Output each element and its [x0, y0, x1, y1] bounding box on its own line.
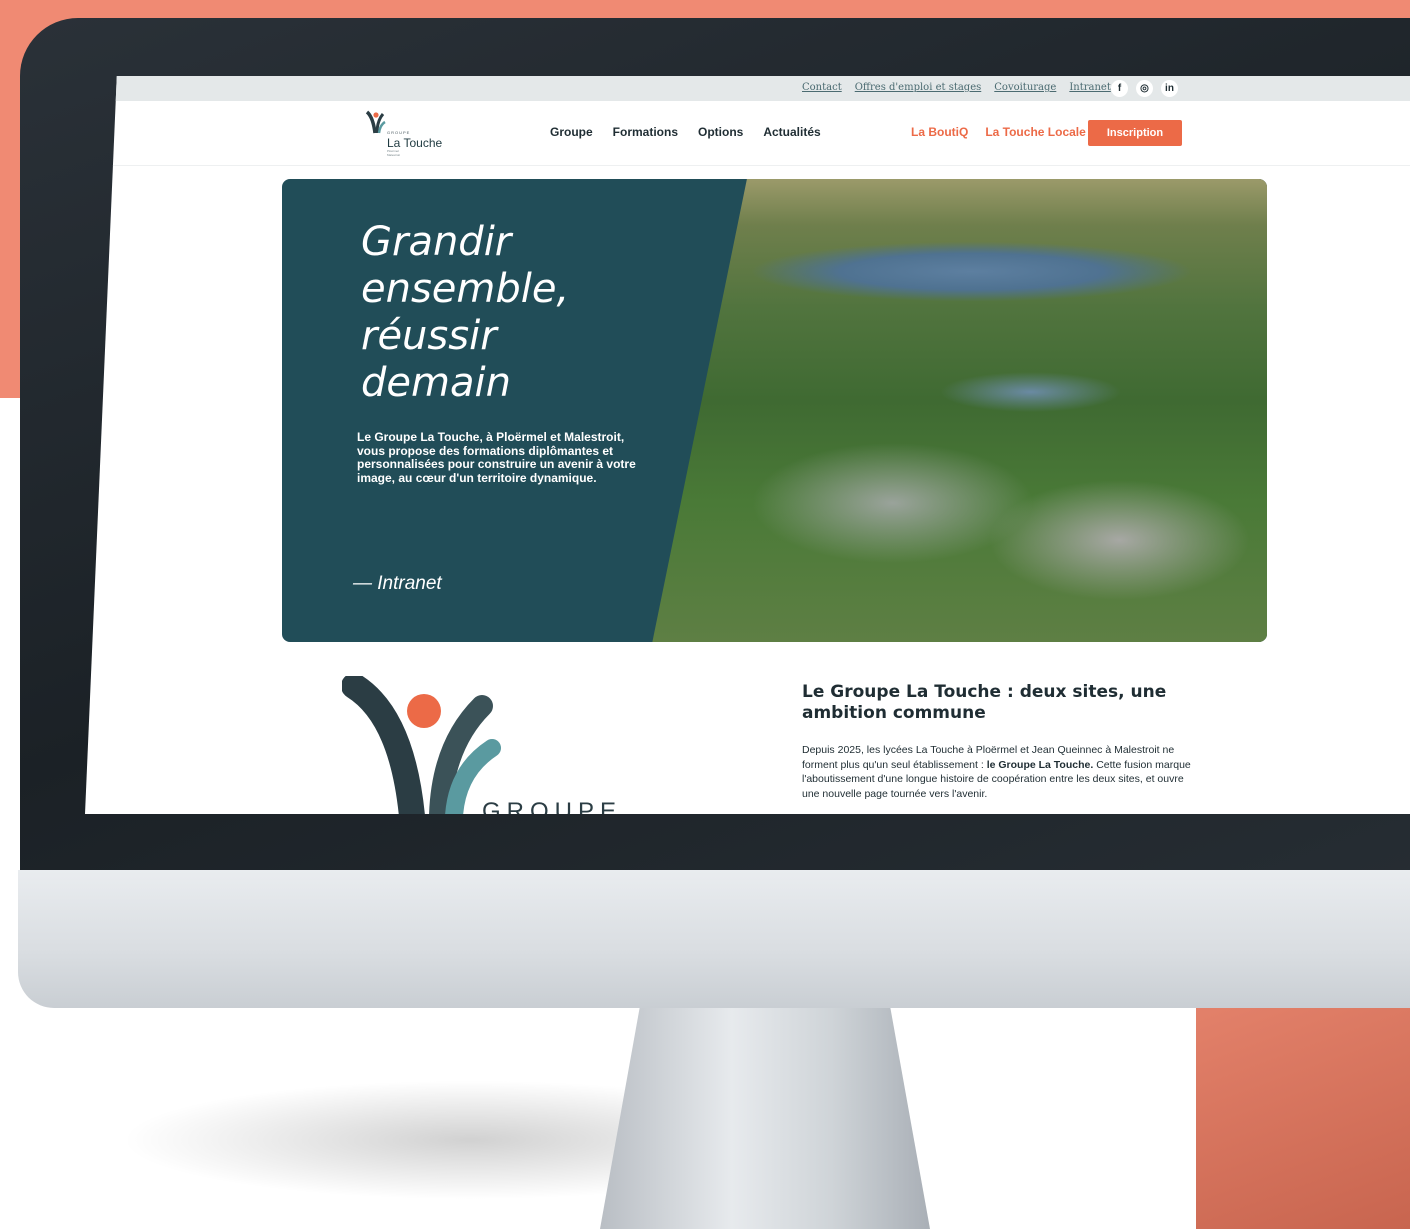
- intranet-link[interactable]: Intranet: [1069, 82, 1111, 93]
- logo-name: La Touche: [387, 136, 443, 150]
- hero-banner: Grandir ensemble, réussir demain Le Grou…: [282, 179, 1267, 642]
- hero-title-line: demain: [361, 360, 511, 406]
- social-links: f ◎ in: [1111, 80, 1178, 97]
- linkedin-icon[interactable]: in: [1161, 80, 1178, 97]
- about-text-bold: le Groupe La Touche.: [986, 758, 1094, 771]
- about-text: Depuis 2025, les lycées La Touche à Ploë…: [802, 743, 1202, 801]
- hero-intranet-link[interactable]: — Intranet: [353, 573, 442, 595]
- nav-item-actualites[interactable]: Actualités: [763, 125, 820, 139]
- main-navigation: GROUPE La Touche Ploërmel Malestroit Gro…: [85, 101, 1410, 166]
- utility-bar: Contact Offres d'emploi et stages Covoit…: [85, 76, 1410, 101]
- background-salmon-corner: [1196, 1005, 1410, 1229]
- facebook-icon[interactable]: f: [1111, 80, 1128, 97]
- inscription-button[interactable]: Inscription: [1088, 120, 1182, 146]
- site-logo[interactable]: GROUPE La Touche Ploërmel Malestroit: [365, 109, 455, 157]
- hero-title: Grandir ensemble, réussir demain: [361, 219, 661, 407]
- logo-subtitle: Ploërmel Malestroit: [387, 149, 401, 157]
- contact-link[interactable]: Contact: [802, 82, 842, 93]
- nav-item-touche-locale[interactable]: La Touche Locale: [985, 125, 1085, 139]
- hero-description: Le Groupe La Touche, à Ploërmel et Males…: [357, 430, 636, 485]
- logo-mark-icon: [365, 110, 386, 134]
- monitor-stand: [600, 1008, 930, 1229]
- about-title: Le Groupe La Touche : deux sites, une am…: [802, 682, 1167, 723]
- nav-main-items: Groupe Formations Options Actualités: [550, 125, 821, 139]
- nav-accent-items: La BoutiQ La Touche Locale: [911, 125, 1086, 139]
- nav-item-options[interactable]: Options: [698, 125, 743, 139]
- about-logo-word: GROUPE: [482, 798, 623, 814]
- hero-title-line: Grandir: [361, 219, 512, 265]
- carpool-link[interactable]: Covoiturage: [994, 82, 1056, 93]
- about-logo: GROUPE: [341, 673, 616, 814]
- nav-item-groupe[interactable]: Groupe: [550, 125, 593, 139]
- jobs-link[interactable]: Offres d'emploi et stages: [855, 82, 982, 93]
- utility-links: Contact Offres d'emploi et stages Covoit…: [802, 82, 1111, 93]
- monitor-chin: [18, 870, 1410, 1008]
- group-logo-icon: [341, 673, 501, 814]
- logo-prefix: GROUPE: [387, 130, 411, 135]
- nav-item-boutiq[interactable]: La BoutiQ: [911, 125, 968, 139]
- website-screen: Contact Offres d'emploi et stages Covoit…: [85, 76, 1410, 814]
- instagram-icon[interactable]: ◎: [1136, 80, 1153, 97]
- nav-item-formations[interactable]: Formations: [613, 125, 678, 139]
- hero-title-line: ensemble,: [361, 266, 570, 312]
- hero-title-line: réussir: [361, 313, 497, 359]
